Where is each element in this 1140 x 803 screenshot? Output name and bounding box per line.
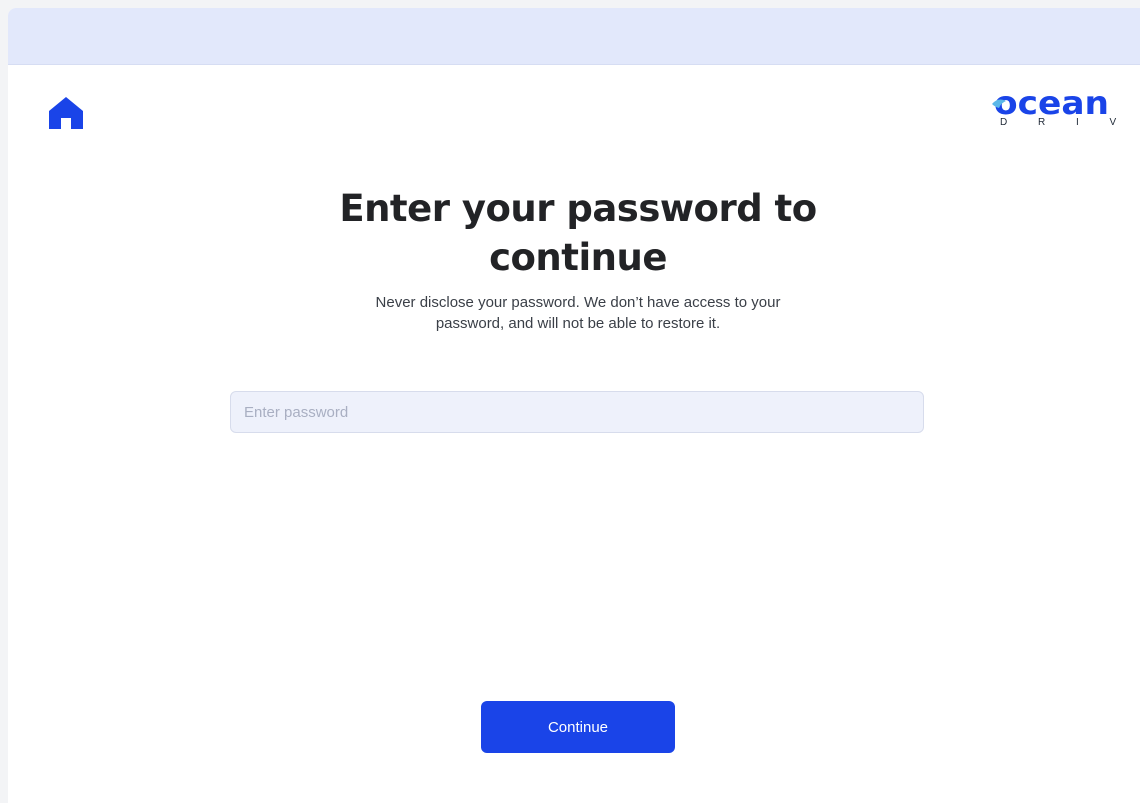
home-button[interactable] [46, 92, 86, 132]
app-window: ocean D R I V E Enter your password to c… [8, 8, 1140, 803]
password-warning-text: Never disclose your password. We don’t h… [375, 294, 781, 332]
logo-subtitle: D R I V E [1000, 117, 1140, 128]
logo-wordmark: ocean [992, 88, 1109, 120]
continue-button[interactable]: Continue [481, 701, 675, 753]
password-input[interactable] [230, 391, 924, 433]
home-icon [49, 97, 83, 129]
svg-text:ocean: ocean [994, 88, 1109, 120]
page-title: Enter your password to continue [339, 187, 817, 279]
top-bar [8, 8, 1140, 65]
ocean-drive-logo: ocean D R I V E [990, 88, 1140, 134]
